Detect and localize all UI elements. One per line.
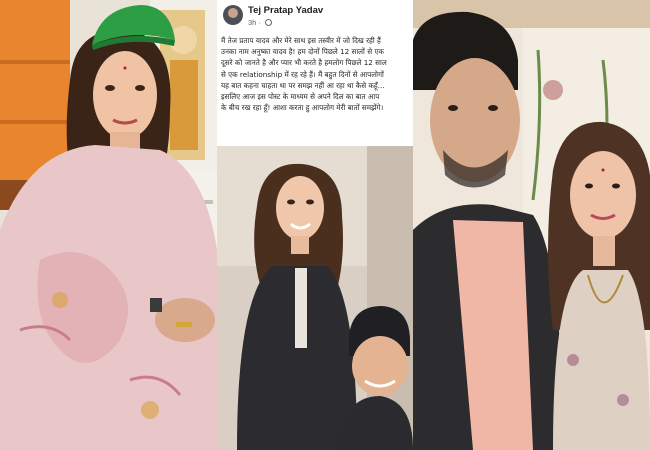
post-photo[interactable]: [217, 146, 413, 450]
globe-icon: [265, 19, 273, 26]
post-text-line: इसलिए आज इस पोस्ट के माध्यम से अपने दिल …: [221, 92, 380, 102]
author-name[interactable]: Tej Pratap Yadav: [248, 5, 323, 16]
post-text-line: से एक relationship में रह रहे हैं। मैं ब…: [221, 69, 384, 79]
post-header: Tej Pratap Yadav 3h ·: [217, 0, 413, 32]
post-time[interactable]: 3h: [248, 18, 256, 27]
post-text: मैं तेज प्रताप यादव और मेरे साथ इस तस्वी…: [221, 35, 413, 145]
left-photo: [0, 0, 217, 450]
facebook-post-screenshot: Tej Pratap Yadav 3h · मैं तेज प्रताप याद…: [217, 0, 413, 450]
right-photo: [413, 0, 650, 450]
post-text-line: के बीच रख रहा हूँ! आशा करता हु आपलोग मेर…: [221, 103, 384, 113]
post-text-line: मैं तेज प्रताप यादव और मेरे साथ इस तस्वी…: [221, 36, 381, 45]
dot-separator: ·: [258, 18, 261, 27]
post-meta: 3h ·: [248, 18, 273, 27]
post-text-line: दूसरे को जानते है और प्यार भी करते है हम…: [221, 58, 387, 68]
post-text-line: उनका नाम अनुष्का यादव है! हम दोनों पिछले…: [221, 47, 384, 57]
post-text-line: यह बात कहना चाहता था पर समझ नहीं आ रहा थ…: [221, 80, 385, 90]
author-avatar[interactable]: [223, 5, 243, 25]
